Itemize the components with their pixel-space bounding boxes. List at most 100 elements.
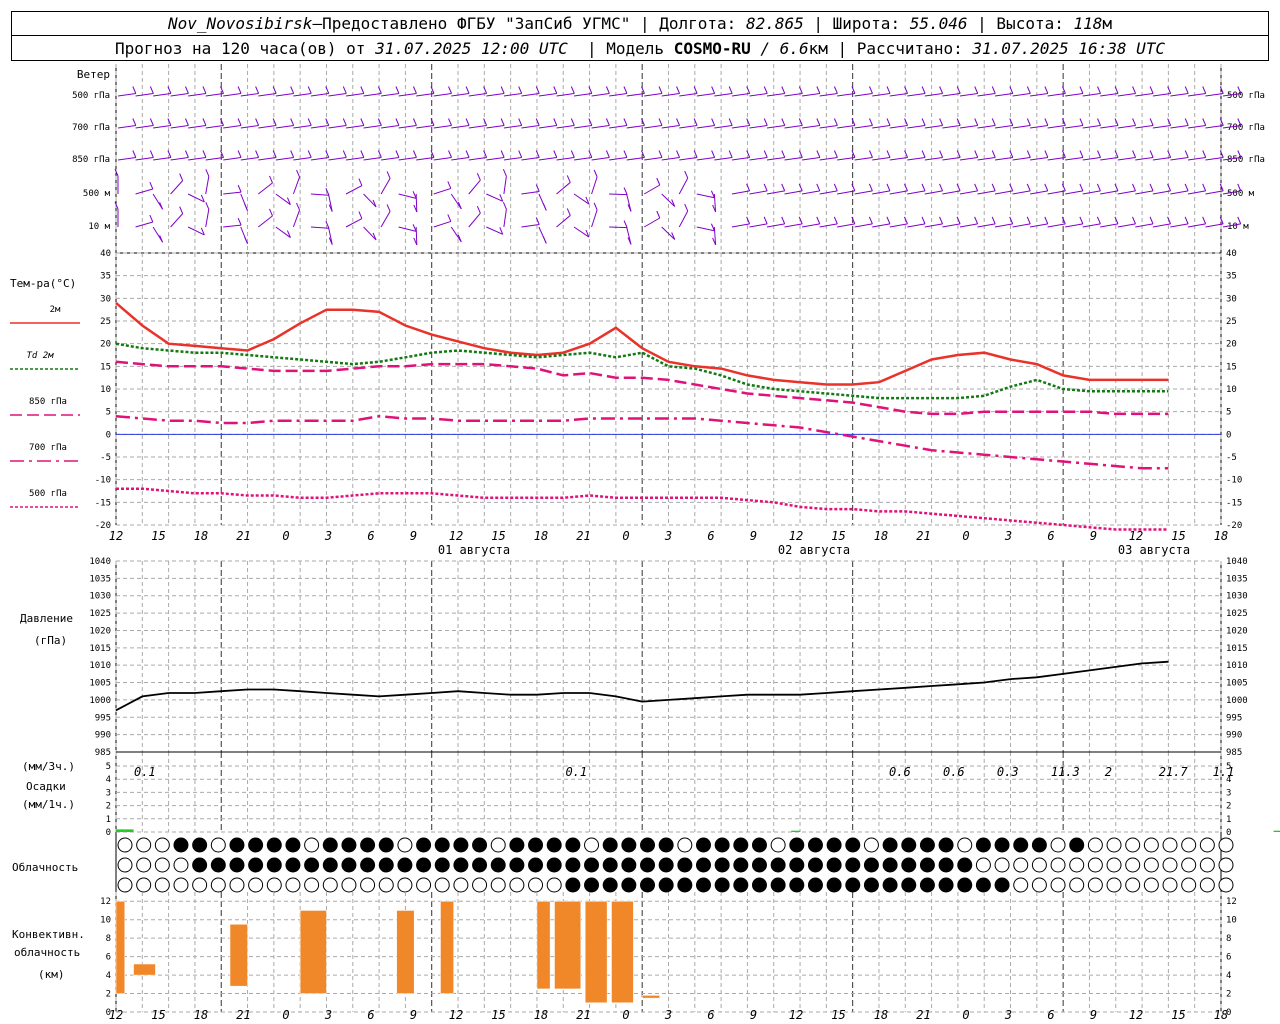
cloud-symbol [360,877,376,893]
wind-barb [801,92,820,97]
x-tick-label: 18 [1214,529,1228,543]
wind-barb-feather [132,118,137,126]
wind-barb [959,223,978,228]
wind-barb [591,92,610,97]
cloud-symbol [621,877,637,893]
wind-barb [381,156,399,161]
y-tick-label-left: 5 [106,408,111,418]
wind-barb [872,190,891,195]
precip-sum-label: 0.1 [565,765,587,779]
wind-barb-feather [566,208,571,216]
x-tick-label: 9 [750,529,757,543]
cloud-symbol [472,857,488,873]
wind-barb [1082,190,1101,195]
wind-barb [486,124,505,129]
y-tick-label-right: 1035 [1226,574,1248,584]
wind-barb [1029,92,1048,97]
wind-barb-feather [816,150,821,158]
x-tick-label-bottom: 21 [576,1008,590,1022]
cloud-symbol [1125,837,1141,853]
y-tick-label-left: 1020 [89,626,111,636]
wind-barb-feather [623,220,628,228]
wind-barb [696,92,715,97]
cloud-symbol [1143,837,1159,853]
cloud-symbol [957,857,973,873]
wind-barb-feather [833,216,838,225]
wind-barb [977,92,996,97]
wind-barb [644,124,663,129]
wind-barb [433,92,452,97]
wind-barb-feather [1149,118,1154,126]
wind-barb-feather [711,118,716,126]
cloud-symbol [117,877,133,893]
cloud-symbol [1143,877,1159,893]
wind-barb [275,156,294,161]
cloud-symbol [248,857,264,873]
wind-barb-feather [763,150,768,158]
cloud-symbol [975,877,991,893]
wind-barb-feather [816,216,821,225]
wind-barb [1012,156,1031,161]
wind-barb-feather [623,86,628,94]
wind-barb [433,124,452,129]
wind-barb-feather [711,150,716,158]
wind-barb [609,92,628,97]
wind-barb-feather [237,217,242,226]
wind-barb [503,209,507,228]
wind-barb-feather [1132,86,1137,94]
cloud-symbol [1162,877,1178,893]
cloud-symbol [360,857,376,873]
wind-barb [415,193,418,213]
cloud-symbol [975,837,991,853]
y-tick-label-left: 8 [106,934,111,944]
wind-barb-feather [542,236,547,244]
wind-barb-feather [542,203,547,211]
wind-barb [696,226,715,232]
wind-barb [1082,223,1101,228]
cloud-symbol [229,857,245,873]
wind-barb [1187,190,1206,195]
wind-barb [451,156,470,161]
cloud-symbol [640,877,656,893]
cloud-symbol [1069,857,1085,873]
wind-barb [363,193,377,208]
cloud-symbol [938,857,954,873]
wind-barb [328,92,347,97]
wind-barb-feather [939,183,944,192]
wind-barb-feather [1184,150,1189,158]
precip-bar [791,830,801,832]
wind-barb [556,92,575,97]
wind-barb [345,218,363,228]
x-tick-label-bottom: 3 [1004,1008,1012,1022]
cloud-symbol [210,877,226,893]
wind-barb [258,182,273,195]
wind-barb [924,190,943,195]
x-tick-label: 0 [622,529,629,543]
wind-barb-feather [886,150,891,158]
wind-barb-feather [413,150,417,158]
wind-barb-feather [132,86,137,94]
conv-bar [229,924,248,987]
cloud-symbol [677,837,693,853]
wind-barb [117,124,136,129]
y-tick-label-right: 1025 [1226,609,1248,619]
wind-barb-feather [570,150,575,158]
wind-barb-feather [1044,183,1049,192]
wind-barb [977,223,996,228]
y-tick-label-left: 1030 [89,592,111,602]
y-tick-label-right: 2 [1226,990,1231,1000]
cloud-symbol [229,877,245,893]
wind-barb-feather [237,86,242,94]
cloud-symbol [1218,857,1234,873]
wind-barb-feather [869,150,873,158]
cloud-symbol [1050,837,1066,853]
y-tick-label-right: 20 [1226,340,1237,350]
cloud-symbol [434,857,450,873]
wind-barb-feather [553,86,558,94]
x-tick-label-bottom: 3 [664,1008,672,1022]
wind-barb [223,156,242,161]
wind-barb [1170,124,1189,129]
cloud-axis-label: Облачность [12,861,78,874]
wind-barb [1170,190,1189,195]
wind-level-label-right: 10 м [1227,222,1249,232]
